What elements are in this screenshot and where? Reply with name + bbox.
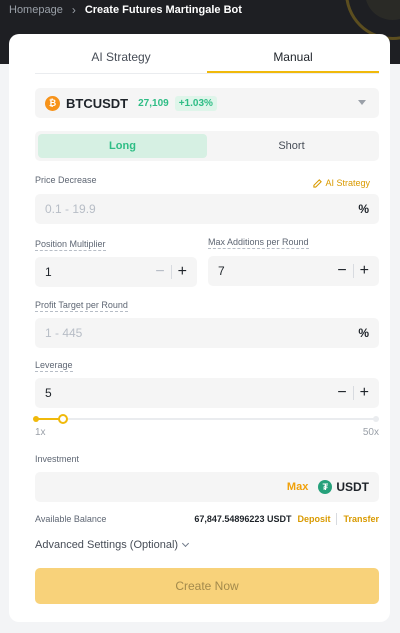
stepper-divider <box>352 264 354 278</box>
ai-strategy-link[interactable]: AI Strategy <box>313 178 370 188</box>
bitcoin-icon: ₿ <box>45 95 60 111</box>
profit-target-label: Profit Target per Round <box>35 300 128 312</box>
advanced-settings-label: Advanced Settings (Optional) <box>35 539 179 551</box>
advanced-settings-toggle[interactable]: Advanced Settings (Optional) <box>35 539 190 551</box>
link-divider <box>336 513 338 525</box>
slider-end-dot <box>373 416 379 422</box>
position-multiplier-label: Position Multiplier <box>35 239 106 251</box>
max-additions-label: Max Additions per Round <box>208 237 309 249</box>
tab-manual[interactable]: Manual <box>207 44 379 73</box>
pair-change-badge: +1.03% <box>174 95 217 111</box>
price-decrease-label: Price Decrease <box>35 175 97 185</box>
slider-handle[interactable] <box>58 414 69 424</box>
investment-currency: USDT <box>336 480 369 494</box>
tab-ai-strategy[interactable]: AI Strategy <box>35 44 207 73</box>
slider-min-label: 1x <box>35 427 46 438</box>
available-balance-row: Available Balance 67,847.54896223 USDT D… <box>35 512 379 526</box>
caret-down-icon <box>358 100 366 105</box>
leverage-stepper: − + <box>337 385 369 401</box>
max-additions-value: 7 <box>218 264 225 278</box>
slider-track <box>35 418 379 420</box>
decrement-button[interactable]: − <box>337 263 346 279</box>
stepper-divider <box>352 386 354 400</box>
pair-name: BTCUSDT <box>66 95 129 111</box>
investment-label: Investment <box>35 454 80 464</box>
long-button[interactable]: Long <box>38 134 207 158</box>
bot-form-card: AI Strategy Manual ₿ BTCUSDT 27,109 +1.0… <box>9 34 390 622</box>
ai-strategy-link-label: AI Strategy <box>325 178 370 188</box>
profit-target-placeholder: 1 - 445 <box>45 326 83 340</box>
available-balance-label: Available Balance <box>35 514 107 524</box>
short-button[interactable]: Short <box>207 134 376 158</box>
percent-unit: % <box>358 326 369 340</box>
position-multiplier-input[interactable]: 1 − + <box>35 257 197 287</box>
position-multiplier-stepper: − + <box>155 264 187 280</box>
increment-button[interactable]: + <box>360 385 369 401</box>
pencil-icon <box>313 178 323 188</box>
max-button[interactable]: Max <box>287 481 308 493</box>
leverage-label: Leverage <box>35 360 73 372</box>
increment-button[interactable]: + <box>178 264 187 280</box>
tether-icon: ₮ <box>318 480 333 494</box>
investment-input[interactable]: Max ₮ USDT <box>35 472 379 502</box>
available-balance-value: 67,847.54896223 USDT <box>194 514 292 524</box>
profit-target-input[interactable]: 1 - 445 % <box>35 318 379 348</box>
price-decrease-placeholder: 0.1 - 19.9 <box>45 202 96 216</box>
leverage-value: 5 <box>45 386 52 400</box>
position-multiplier-value: 1 <box>45 265 52 279</box>
deposit-link[interactable]: Deposit <box>297 514 330 524</box>
leverage-input[interactable]: 5 − + <box>35 378 379 408</box>
slider-max-label: 50x <box>362 427 379 438</box>
stepper-divider <box>170 265 172 279</box>
max-additions-input[interactable]: 7 − + <box>208 256 379 286</box>
breadcrumb: Homepage › Create Futures Martingale Bot <box>9 3 242 17</box>
transfer-link[interactable]: Transfer <box>343 514 379 524</box>
decrement-button[interactable]: − <box>337 385 346 401</box>
pair-selector[interactable]: ₿ BTCUSDT 27,109 +1.03% <box>35 88 379 118</box>
side-toggle: Long Short <box>35 131 379 161</box>
strategy-tabs: AI Strategy Manual <box>35 44 379 74</box>
pair-price: 27,109 <box>138 97 169 109</box>
breadcrumb-current: Create Futures Martingale Bot <box>84 4 242 16</box>
max-additions-stepper: − + <box>337 263 369 279</box>
chevron-down-icon <box>182 539 190 548</box>
create-now-button[interactable]: Create Now <box>35 568 379 604</box>
increment-button[interactable]: + <box>360 263 369 279</box>
percent-unit: % <box>358 202 369 216</box>
leverage-slider[interactable] <box>33 414 379 424</box>
breadcrumb-home-link[interactable]: Homepage <box>9 4 63 16</box>
slider-start-dot <box>33 416 39 422</box>
chevron-right-icon: › <box>71 3 76 17</box>
decrement-button[interactable]: − <box>155 264 164 280</box>
price-decrease-input[interactable]: 0.1 - 19.9 % <box>35 194 379 224</box>
